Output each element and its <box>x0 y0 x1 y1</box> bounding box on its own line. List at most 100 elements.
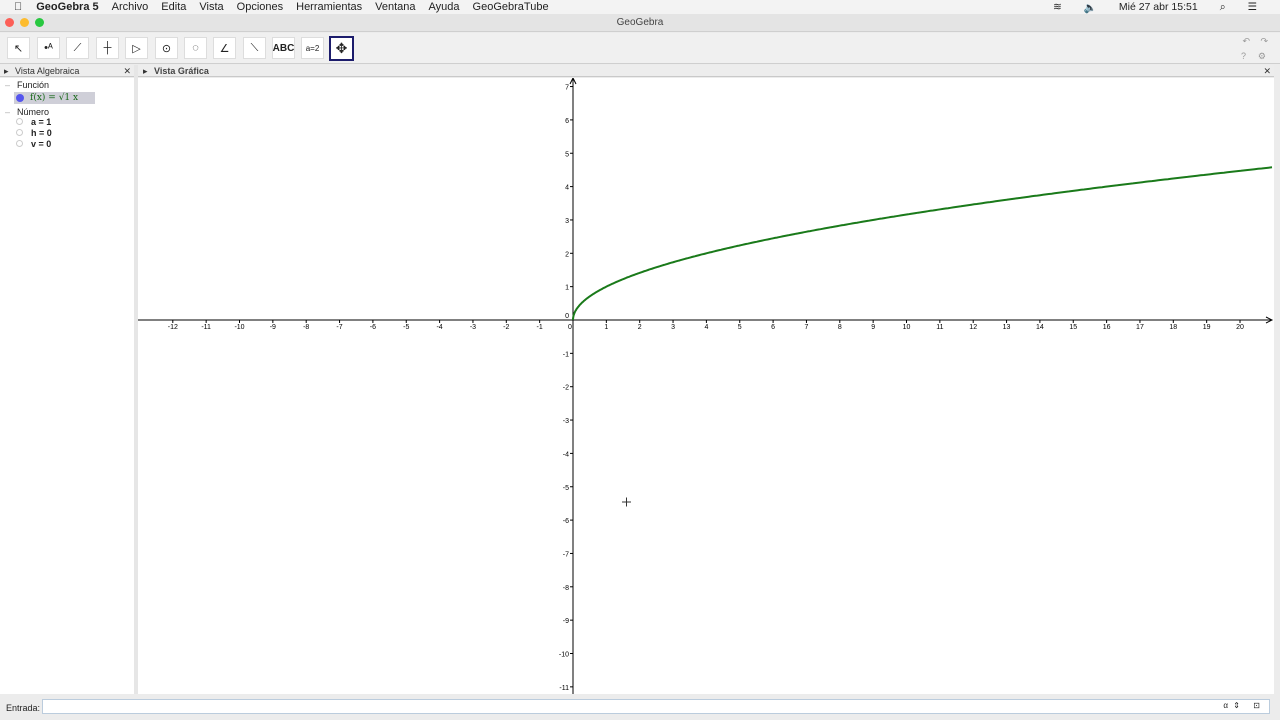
zoom-window-button[interactable] <box>35 18 44 27</box>
x-tick-label: -4 <box>436 324 442 331</box>
x-tick-label: 2 <box>638 324 642 331</box>
number-h[interactable]: h = 0 <box>31 128 52 138</box>
circle-3pts-tool[interactable]: ◌ <box>184 37 207 59</box>
x-tick-label: 20 <box>1236 324 1244 331</box>
input-field[interactable] <box>42 699 1270 714</box>
close-algebra-view-button[interactable]: ✕ <box>123 65 131 77</box>
menu-app-name[interactable]: GeoGebra 5 <box>36 1 98 13</box>
collapse-triangle-icon[interactable]: ▸ <box>4 66 9 76</box>
menu-edita[interactable]: Edita <box>161 1 186 13</box>
graphics-view-header: ▸ Vista Gráfica ✕ <box>138 65 1274 77</box>
x-tick-label: 17 <box>1136 324 1144 331</box>
y-tick-label: -6 <box>563 518 569 525</box>
volume-icon[interactable]: 🔈 <box>1084 1 1097 14</box>
slider-tool[interactable]: a=2 <box>301 37 324 59</box>
y-tick-label: 4 <box>565 185 569 192</box>
circle-center-tool[interactable]: ⊙ <box>155 37 178 59</box>
crosshair-cursor-icon <box>622 497 631 507</box>
search-icon[interactable]: ⌕ <box>1220 1 1226 14</box>
x-tick-label: 7 <box>804 324 808 331</box>
y-tick-label: 6 <box>565 118 569 125</box>
text-tool[interactable]: ABC <box>272 37 295 59</box>
x-tick-label: 16 <box>1103 324 1111 331</box>
reflect-tool[interactable]: ⟍ <box>243 37 266 59</box>
x-tick-label: -5 <box>403 324 409 331</box>
y-tick-label: -10 <box>559 652 569 659</box>
menu-archivo[interactable]: Archivo <box>112 1 149 13</box>
graphics-canvas[interactable]: -12 -11 -10 -9 -8 -7 -6 -5 -4 -3 -2 -1 0 1 2 3 4 5 6 7 8 9 10 1… <box>138 78 1274 694</box>
x-tick-label: 9 <box>871 324 875 331</box>
x-tick-label: -10 <box>234 324 244 331</box>
window-title: GeoGebra <box>616 17 664 28</box>
x-tick-label: -1 <box>537 324 543 331</box>
apple-icon[interactable]:  <box>14 1 22 13</box>
x-tick-label: -2 <box>503 324 509 331</box>
point-tool[interactable]: •ᴬ <box>37 37 60 59</box>
group-numero: Número <box>17 107 50 117</box>
x-tick-label: -7 <box>336 324 342 331</box>
y-tick-label: 0 <box>565 313 569 320</box>
x-tick-label: 8 <box>838 324 842 331</box>
y-tick-label: -8 <box>563 585 569 592</box>
collapse-triangle-icon[interactable]: ▸ <box>143 66 148 76</box>
visibility-toggle-a[interactable] <box>16 118 23 125</box>
redo-button[interactable]: ↷ <box>1260 36 1268 47</box>
minimize-window-button[interactable] <box>20 18 29 27</box>
window-titlebar: GeoGebra <box>0 14 1280 32</box>
perpendicular-tool[interactable]: ┼ <box>96 37 119 59</box>
graphics-view[interactable]: -12 -11 -10 -9 -8 -7 -6 -5 -4 -3 -2 -1 0 1 2 3 4 5 6 7 8 9 10 1… <box>138 78 1274 694</box>
y-tick-label: -5 <box>563 485 569 492</box>
menu-opciones[interactable]: Opciones <box>237 1 283 13</box>
y-tick-label: -4 <box>563 451 569 458</box>
y-tick-label: -7 <box>563 551 569 558</box>
menu-geogebratube[interactable]: GeoGebraTube <box>473 1 549 13</box>
line-tool[interactable]: ⟋ <box>66 37 89 59</box>
menu-herramientas[interactable]: Herramientas <box>296 1 362 13</box>
algebra-view-title: Vista Algebraica <box>15 66 80 76</box>
graphics-view-title: Vista Gráfica <box>154 66 209 76</box>
visibility-toggle-h[interactable] <box>16 129 23 136</box>
list-icon[interactable]: ☰ <box>1248 1 1257 13</box>
move-tool[interactable]: ↖ <box>7 37 30 59</box>
toolbar: ↖ •ᴬ ⟋ ┼ ▷ ⊙ ◌ ∠ ⟍ ABC a=2 ✥ ↶ ↷ ? ⚙ <box>0 33 1280 64</box>
y-tick-label: -2 <box>563 385 569 392</box>
x-tick-label: 19 <box>1203 324 1211 331</box>
x-tick-label: 5 <box>738 324 742 331</box>
alpha-keyboard-button[interactable]: α <box>1223 701 1228 710</box>
undo-button[interactable]: ↶ <box>1242 36 1250 47</box>
function-f[interactable]: f(x) = √1 x <box>30 93 78 103</box>
x-tick-label: -12 <box>168 324 178 331</box>
input-help-button[interactable]: ⊡ <box>1253 701 1260 710</box>
x-tick-label: 11 <box>936 324 943 331</box>
function-curve-f <box>572 166 1273 320</box>
close-graphics-view-button[interactable]: ✕ <box>1263 65 1271 77</box>
x-tick-label: 4 <box>704 324 708 331</box>
y-tick-label: -3 <box>563 418 569 425</box>
clock[interactable]: Mié 27 abr 15:51 <box>1119 1 1198 13</box>
number-a[interactable]: a = 1 <box>31 117 51 127</box>
menu-vista[interactable]: Vista <box>199 1 223 13</box>
help-button[interactable]: ? <box>1241 51 1246 61</box>
visibility-toggle-v[interactable] <box>16 140 23 147</box>
x-tick-label: 13 <box>1003 324 1011 331</box>
help-stepper-icon[interactable]: ⇕ <box>1233 701 1240 710</box>
y-tick-label: -9 <box>563 618 569 625</box>
x-tick-label: 12 <box>969 324 977 331</box>
x-tick-label: -11 <box>201 324 211 331</box>
move-graphics-tool[interactable]: ✥ <box>329 36 354 61</box>
mac-menubar:  GeoGebra 5 Archivo Edita Vista Opcione… <box>0 0 1280 14</box>
menu-ventana[interactable]: Ventana <box>375 1 415 13</box>
visibility-toggle-f[interactable] <box>16 94 24 102</box>
y-tick-label: 1 <box>565 285 569 292</box>
polygon-tool[interactable]: ▷ <box>125 37 148 59</box>
x-tick-label: 3 <box>671 324 675 331</box>
wifi-icon[interactable]: ≋ <box>1053 1 1062 13</box>
settings-icon[interactable]: ⚙ <box>1258 51 1266 62</box>
close-window-button[interactable] <box>5 18 14 27</box>
number-v[interactable]: v = 0 <box>31 139 51 149</box>
menu-ayuda[interactable]: Ayuda <box>429 1 460 13</box>
y-tick-label: -11 <box>559 685 569 692</box>
x-tick-label: -3 <box>470 324 476 331</box>
angle-tool[interactable]: ∠ <box>213 37 236 59</box>
x-tick-label: -6 <box>370 324 376 331</box>
